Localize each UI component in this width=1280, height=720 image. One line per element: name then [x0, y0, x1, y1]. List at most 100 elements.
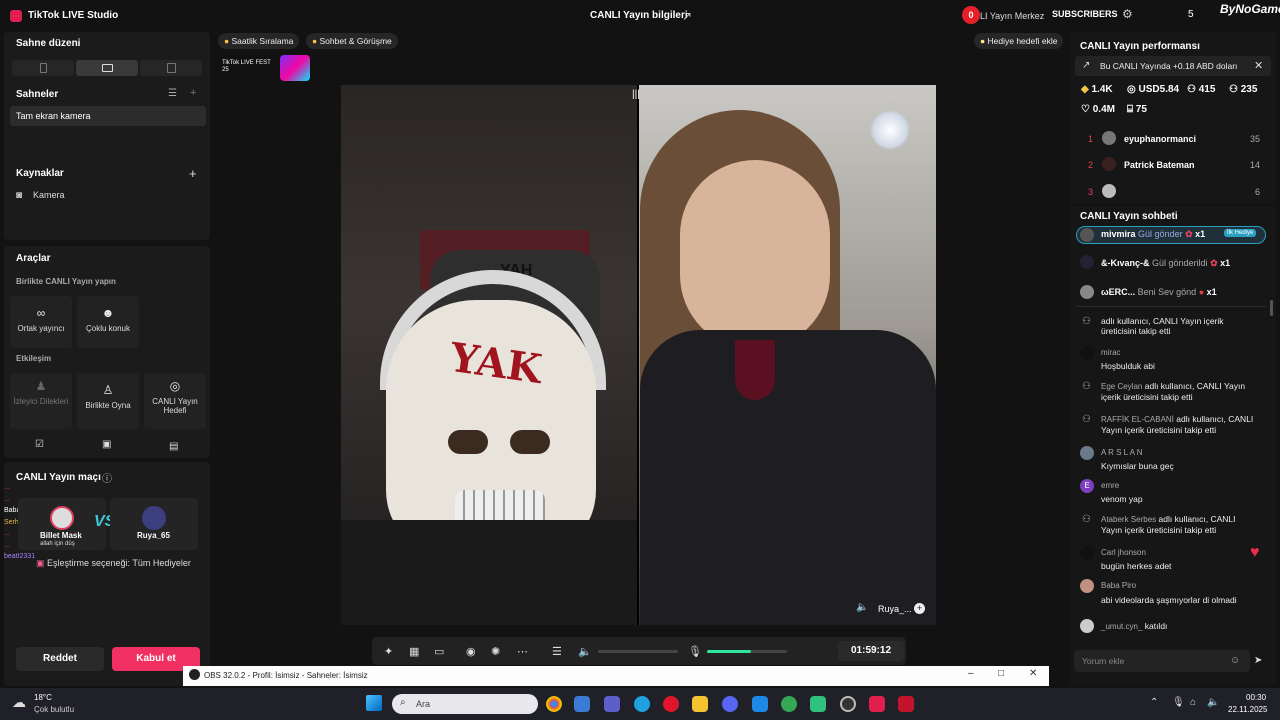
- live-goal-button[interactable]: ◎ CANLI Yayın Hedefi: [144, 373, 206, 429]
- minimize-icon[interactable]: –: [968, 668, 974, 679]
- list-icon[interactable]: ☰: [168, 88, 177, 99]
- layout-alt-icon: [167, 63, 176, 73]
- mail-icon[interactable]: [752, 696, 768, 712]
- gift-action: Beni Sev gönd: [1137, 287, 1197, 297]
- chip-chat-call[interactable]: ● Sohbet & Görüşme: [306, 33, 398, 49]
- volume-slider[interactable]: [598, 650, 678, 653]
- network-icon[interactable]: ⌂: [1190, 697, 1196, 708]
- weather-desc: Çok bulutlu: [34, 705, 75, 714]
- gift-icon: ▣: [36, 558, 48, 568]
- chat-user[interactable]: _umut.cyn_: [1101, 622, 1142, 631]
- add-gift-goal-button[interactable]: ● Hediye hedefi ekle: [974, 33, 1064, 49]
- source-camera[interactable]: Kamera: [33, 190, 65, 200]
- chat-user[interactable]: A R S L A N: [1101, 448, 1143, 457]
- rank-value: 6: [1254, 187, 1260, 197]
- opera-icon[interactable]: [663, 696, 679, 712]
- avatar: [142, 506, 166, 530]
- checklist-icon[interactable]: ☑: [35, 439, 44, 450]
- chat-user[interactable]: Carl jhonson: [1101, 548, 1146, 557]
- rank-name[interactable]: Patrick Bateman: [1124, 160, 1195, 170]
- share-icon[interactable]: ↗: [682, 9, 692, 23]
- split-icon[interactable]: |||: [632, 89, 640, 100]
- taskbar-search[interactable]: [392, 694, 538, 714]
- chat-user[interactable]: Ataberk Serbes: [1101, 515, 1156, 524]
- discord-icon[interactable]: [722, 696, 738, 712]
- heart-icon[interactable]: ♥: [1250, 544, 1260, 562]
- media-icon[interactable]: [898, 696, 914, 712]
- teams-icon[interactable]: [604, 696, 620, 712]
- chat-user[interactable]: RAFFİK EL-CABANİ: [1101, 415, 1174, 424]
- maximize-icon[interactable]: □: [998, 668, 1004, 679]
- mic-tray-icon[interactable]: 🎙: [1172, 697, 1185, 708]
- scene-item[interactable]: Tam ekran kamera: [10, 106, 206, 126]
- rank-number: 1: [1088, 134, 1094, 144]
- player1-name: Billet Mask: [40, 531, 82, 540]
- folder-icon[interactable]: [692, 696, 708, 712]
- effects-icon[interactable]: ▦: [409, 645, 419, 658]
- match-option[interactable]: ▣ Eşleştirme seçeneği: Tüm Hediyeler: [36, 558, 191, 569]
- obs-icon[interactable]: [840, 696, 856, 712]
- chevron-up-icon[interactable]: ⌃: [1150, 697, 1158, 708]
- add-scene-icon[interactable]: +: [190, 87, 196, 99]
- chat-user[interactable]: Ege Ceylan: [1101, 382, 1142, 391]
- sliders-icon[interactable]: ☰: [552, 645, 562, 658]
- weather-temp: 18°C: [34, 693, 52, 702]
- cohost-button[interactable]: ∞ Ortak yayıncı: [10, 296, 72, 348]
- comment-input[interactable]: Yorum ekle: [1074, 650, 1250, 672]
- volume-tray-icon[interactable]: 🔈: [1207, 697, 1219, 708]
- tiktok-icon[interactable]: [869, 696, 885, 712]
- magic-icon[interactable]: ✦: [384, 645, 393, 658]
- live-center-link[interactable]: LI Yayın Merkez: [980, 11, 1044, 21]
- gift-count: x1: [1195, 229, 1206, 239]
- speaker-icon[interactable]: 🔈: [856, 602, 868, 613]
- mic-icon[interactable]: 🎙: [688, 645, 702, 658]
- player1-sub: allah için düş: [40, 541, 75, 547]
- scenes-title: Sahneler: [16, 89, 59, 100]
- add-source-icon[interactable]: +: [189, 166, 197, 181]
- add-icon[interactable]: +: [914, 603, 925, 614]
- avatar: [1080, 285, 1094, 299]
- box-icon[interactable]: ▣: [102, 439, 111, 450]
- chrome-icon[interactable]: [546, 696, 562, 712]
- viewer-requests-icon: ♟: [35, 379, 47, 393]
- windows-start-icon[interactable]: [366, 695, 382, 711]
- chat-user[interactable]: mirac: [1101, 348, 1121, 357]
- multi-guest-button[interactable]: ☻ Çoklu konuk: [77, 296, 139, 348]
- rose-icon: ✿: [1210, 258, 1218, 268]
- settings-icon[interactable]: ✺: [491, 645, 500, 658]
- viewer-requests-button[interactable]: ♟ İzleyici Dilekleri: [10, 373, 72, 429]
- info-icon[interactable]: ⓘ: [102, 470, 112, 485]
- rank-name[interactable]: eyuphanormanci: [1124, 134, 1196, 144]
- chat-scrollbar[interactable]: [1270, 300, 1273, 316]
- close-icon[interactable]: ✕: [1029, 668, 1037, 679]
- gear-icon[interactable]: ⚙: [1122, 7, 1133, 21]
- edge-icon[interactable]: [634, 696, 650, 712]
- live-info-title[interactable]: CANLI Yayın bilgileri: [590, 10, 688, 21]
- chat-user[interactable]: Baba Piro: [1101, 581, 1136, 590]
- close-icon[interactable]: ✕: [1254, 59, 1263, 72]
- more-icon[interactable]: ⋯: [517, 645, 528, 658]
- emoji-icon[interactable]: ☺: [1230, 655, 1240, 666]
- chrome-profile-icon[interactable]: [781, 696, 797, 712]
- notification-badge: 0: [962, 6, 980, 24]
- volume-icon[interactable]: 🔈: [578, 645, 592, 658]
- stat-likes-value: 0.4M: [1092, 104, 1115, 115]
- send-icon[interactable]: ➤: [1254, 655, 1262, 666]
- screen-icon[interactable]: ▭: [434, 645, 444, 658]
- record-icon[interactable]: ◉: [466, 645, 476, 658]
- app-icon[interactable]: [810, 696, 826, 712]
- clock-time[interactable]: 00:30: [1246, 693, 1266, 702]
- rank-number: 3: [1088, 187, 1094, 197]
- weather-icon[interactable]: ☁: [12, 694, 26, 711]
- chat-user[interactable]: emre: [1101, 481, 1119, 490]
- live-timer: 01:59:12: [838, 641, 904, 661]
- chip-chat-label: Sohbet & Görüşme: [319, 36, 392, 46]
- gift-goal-label: Hediye hedefi ekle: [987, 36, 1058, 46]
- clock-date[interactable]: 22.11.2025: [1228, 705, 1267, 714]
- reject-button[interactable]: Reddet: [16, 647, 104, 671]
- store-icon[interactable]: [574, 696, 590, 712]
- play-together-button[interactable]: ♙ Birlikte Oyna: [77, 373, 139, 429]
- chat-message: venom yap: [1101, 494, 1143, 504]
- archive-icon[interactable]: ▤: [169, 441, 178, 452]
- chip-hourly-ranking[interactable]: ● Saatlik Sıralama: [218, 33, 300, 49]
